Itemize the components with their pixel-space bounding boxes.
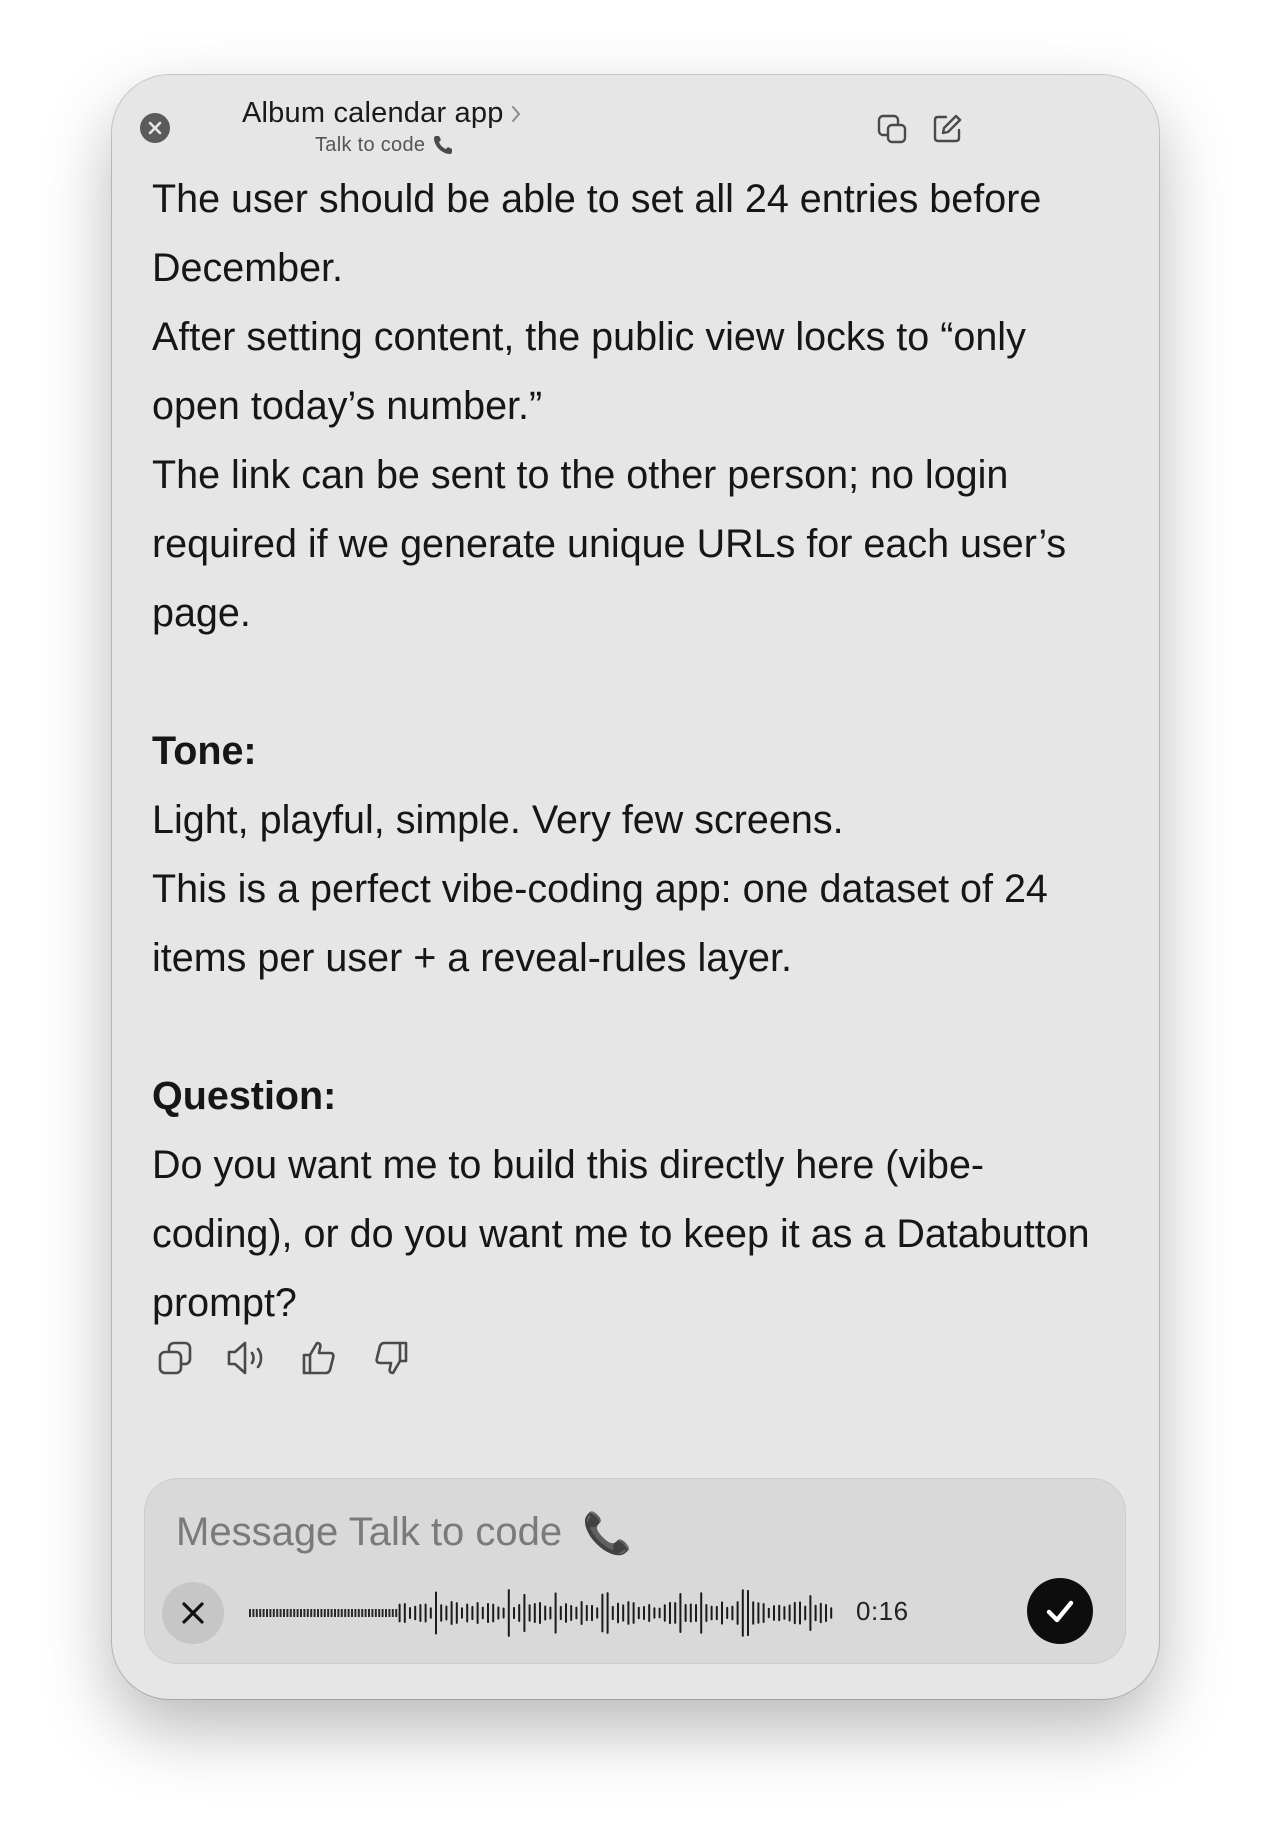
conversation-subtitle: Talk to code [315, 133, 426, 156]
checkmark-icon [1046, 1600, 1074, 1623]
chevron-right-icon [511, 105, 520, 122]
question-heading: Question: [152, 1074, 337, 1118]
question-text: Do you want me to build this directly he… [152, 1143, 1090, 1325]
thumbs-up-button[interactable] [296, 1335, 342, 1381]
close-icon [182, 1602, 204, 1624]
read-aloud-button[interactable] [224, 1335, 270, 1381]
confirm-recording-button[interactable] [1027, 1578, 1093, 1644]
copy-conversation-button[interactable] [872, 109, 912, 149]
close-window-button[interactable] [140, 113, 170, 143]
thumbs-up-icon [302, 1341, 335, 1375]
assistant-message: The user should be able to set all 24 en… [152, 165, 1112, 1338]
message-actions [152, 1335, 414, 1381]
message-paragraph: After setting content, the public view l… [152, 315, 1026, 428]
compose-icon [933, 114, 962, 143]
thumbs-down-button[interactable] [368, 1335, 414, 1381]
tone-heading: Tone: [152, 729, 257, 773]
message-composer: 📞 0:16 [144, 1478, 1126, 1664]
copy-icon [158, 1341, 192, 1375]
thumbs-down-icon [375, 1341, 408, 1375]
conversation-header: Album calendar app Talk to code [242, 97, 622, 157]
cancel-recording-button[interactable] [162, 1582, 224, 1644]
audio-waveform [249, 1589, 833, 1637]
copy-message-button[interactable] [152, 1335, 198, 1381]
tone-line: This is a perfect vibe-coding app: one d… [152, 867, 1048, 980]
chat-window: Album calendar app Talk to code The user… [112, 75, 1159, 1699]
phone-icon: 📞 [582, 1512, 632, 1556]
message-paragraph: The user should be able to set all 24 en… [152, 177, 1042, 290]
tone-line: Light, playful, simple. Very few screens… [152, 798, 844, 842]
recording-timer: 0:16 [856, 1596, 909, 1626]
message-paragraph: The link can be sent to the other person… [152, 453, 1067, 635]
speaker-icon [227, 1341, 263, 1375]
new-chat-button[interactable] [927, 109, 967, 149]
conversation-title-button[interactable]: Album calendar app [242, 97, 622, 130]
phone-icon [434, 136, 453, 154]
close-icon [148, 121, 162, 135]
copy-window-icon [877, 114, 907, 144]
conversation-title: Album calendar app [242, 97, 504, 129]
